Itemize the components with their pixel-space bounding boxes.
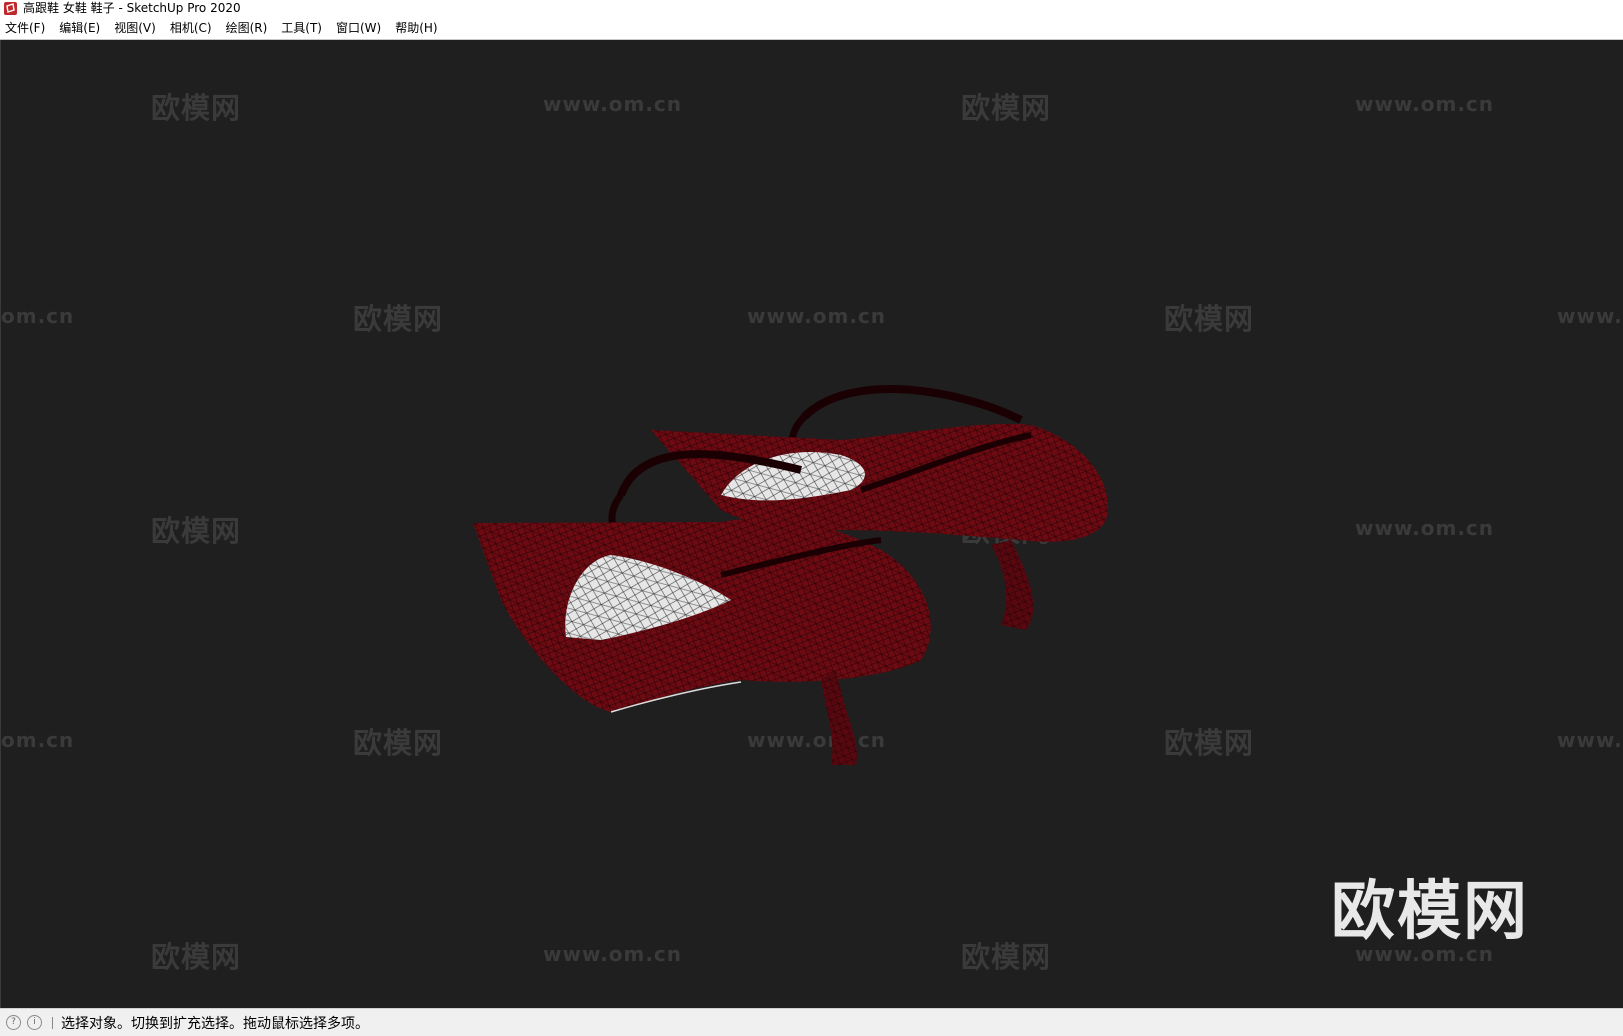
window-title: 高跟鞋 女鞋 鞋子 - SketchUp Pro 2020 <box>23 1 241 15</box>
menu-draw[interactable]: 绘图(R) <box>219 17 275 39</box>
title-bar: 高跟鞋 女鞋 鞋子 - SketchUp Pro 2020 <box>0 0 1623 17</box>
status-text: 选择对象。切换到扩充选择。拖动鼠标选择多项。 <box>61 1015 369 1032</box>
menu-window[interactable]: 窗口(W) <box>329 17 388 39</box>
info-icon[interactable]: i <box>27 1015 42 1030</box>
menu-file[interactable]: 文件(F) <box>0 17 52 39</box>
geo-location-icon[interactable]: ? <box>6 1015 21 1030</box>
menu-camera[interactable]: 相机(C) <box>163 17 219 39</box>
3d-viewport[interactable]: 欧模网 www.om.cn 欧模网 www.om.cn om.cn 欧模网 ww… <box>0 40 1623 1008</box>
menu-bar: 文件(F) 编辑(E) 视图(V) 相机(C) 绘图(R) 工具(T) 窗口(W… <box>0 17 1623 40</box>
status-divider <box>52 1016 53 1029</box>
brand-logo: 欧模网 <box>1331 875 1529 949</box>
menu-tools[interactable]: 工具(T) <box>274 17 329 39</box>
menu-view[interactable]: 视图(V) <box>107 17 163 39</box>
menu-help[interactable]: 帮助(H) <box>388 17 444 39</box>
menu-edit[interactable]: 编辑(E) <box>52 17 107 39</box>
sketchup-icon <box>4 2 17 15</box>
status-bar: ? i 选择对象。切换到扩充选择。拖动鼠标选择多项。 <box>0 1008 1623 1036</box>
